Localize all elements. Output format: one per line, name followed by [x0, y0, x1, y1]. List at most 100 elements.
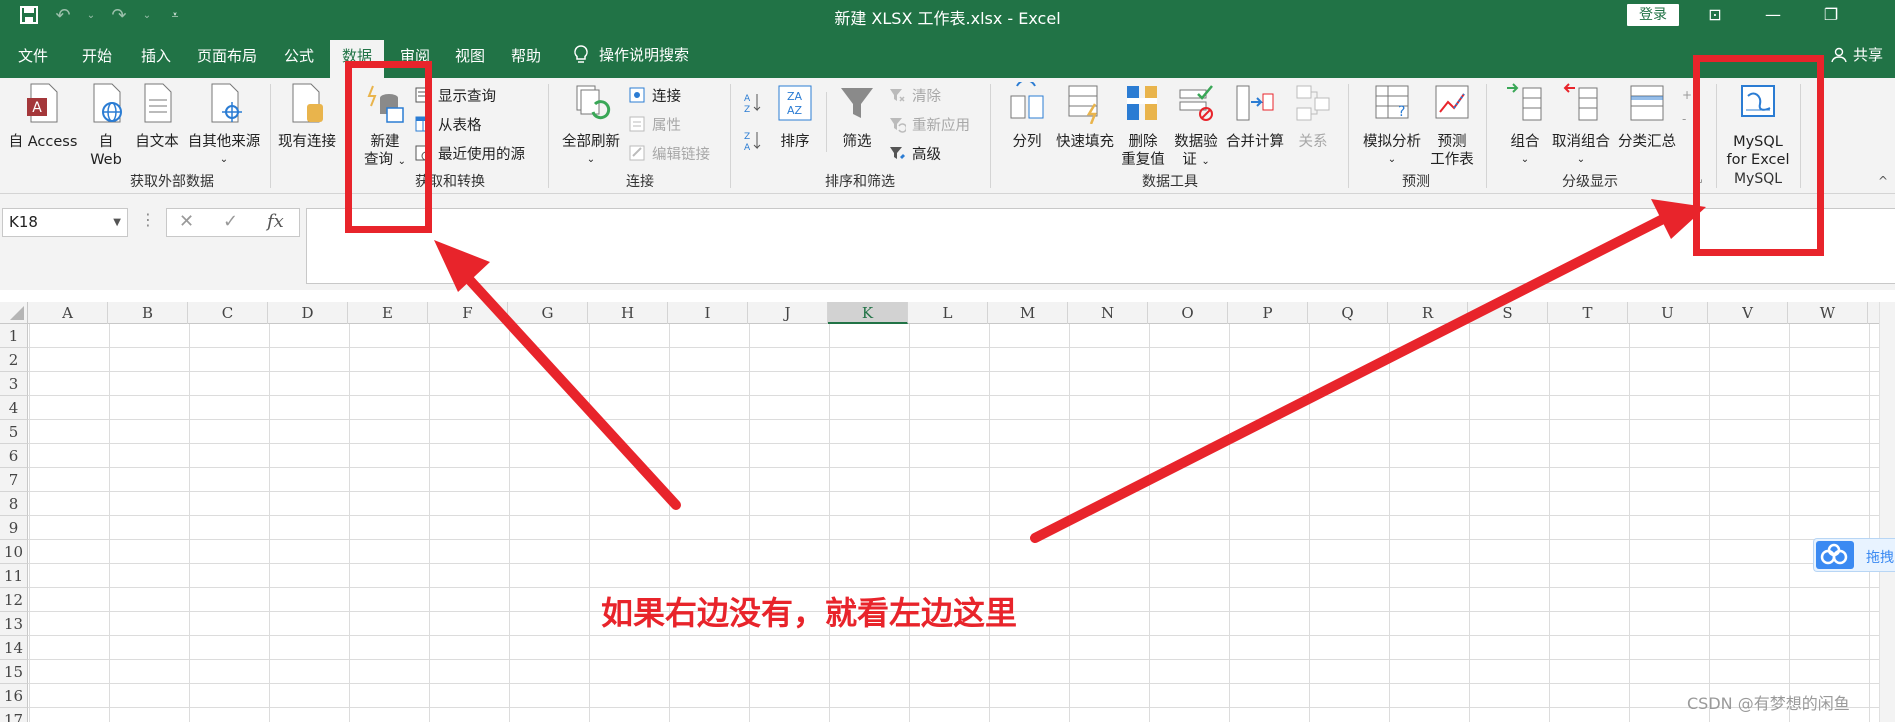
divider: [730, 84, 731, 188]
svg-text:Z: Z: [744, 105, 750, 114]
row-header[interactable]: 6: [0, 444, 28, 468]
cancel-icon[interactable]: ✕: [179, 211, 194, 232]
row-header[interactable]: 5: [0, 420, 28, 444]
column-header[interactable]: G: [508, 302, 588, 324]
refresh-all-button[interactable]: 全部刷新 ⌄: [558, 82, 624, 169]
flash-fill-button[interactable]: 快速填充: [1052, 82, 1118, 151]
column-header[interactable]: A: [28, 302, 108, 324]
enter-icon[interactable]: ✓: [223, 211, 238, 232]
reapply-button[interactable]: 重新应用: [888, 113, 970, 135]
ungroup-button[interactable]: 取消组合 ⌄: [1548, 82, 1614, 169]
more-options-icon[interactable]: ⋮: [140, 210, 156, 229]
forecast-sheet-button[interactable]: 预测 工作表: [1426, 82, 1478, 169]
clear-filter-button[interactable]: 清除: [888, 84, 941, 106]
group-button[interactable]: 组合 ⌄: [1502, 82, 1548, 169]
name-box[interactable]: K18 ▼: [2, 208, 128, 237]
show-detail-icon[interactable]: +: [1682, 84, 1692, 106]
column-header[interactable]: M: [988, 302, 1068, 324]
row-header[interactable]: 8: [0, 492, 28, 516]
what-if-analysis-button[interactable]: ? 模拟分析 ⌄: [1358, 82, 1426, 169]
worksheet-grid[interactable]: ABCDEFGHIJKLMNOPQRSTUVW 1 2 3 4 5 6 7 8 9 10 11 12 1…: [0, 302, 1895, 722]
consolidate-button[interactable]: 合并计算: [1222, 82, 1288, 151]
subtotal-button[interactable]: 分类汇总: [1614, 82, 1680, 151]
column-header[interactable]: U: [1628, 302, 1708, 324]
floating-drag-tool[interactable]: 拖拽: [1813, 538, 1895, 572]
column-header[interactable]: F: [428, 302, 508, 324]
remove-duplicates-button[interactable]: 删除 重复值: [1118, 82, 1168, 169]
row-header[interactable]: 7: [0, 468, 28, 492]
from-text-button[interactable]: 自文本: [132, 82, 182, 151]
column-header[interactable]: C: [188, 302, 268, 324]
relationships-button[interactable]: 关系: [1288, 82, 1338, 151]
row-header[interactable]: 13: [0, 612, 28, 636]
restore-icon[interactable]: ❐: [1819, 3, 1843, 27]
column-header[interactable]: B: [108, 302, 188, 324]
tab-formulas[interactable]: 公式: [284, 44, 314, 78]
vertical-scrollbar[interactable]: [1879, 302, 1895, 722]
column-header[interactable]: S: [1468, 302, 1548, 324]
column-header[interactable]: P: [1228, 302, 1308, 324]
column-header[interactable]: I: [668, 302, 748, 324]
from-web-button[interactable]: 自 Web: [88, 82, 124, 169]
sort-az-button[interactable]: AZ: [744, 92, 762, 114]
insert-function-icon[interactable]: fx: [267, 211, 284, 232]
ribbon-display-icon[interactable]: ⊡: [1703, 3, 1727, 27]
from-other-sources-button[interactable]: 自其他来源 ⌄: [184, 82, 264, 169]
row-header[interactable]: 10: [0, 540, 28, 564]
column-header[interactable]: W: [1788, 302, 1868, 324]
row-header[interactable]: 9: [0, 516, 28, 540]
row-header[interactable]: 2: [0, 348, 28, 372]
edit-links-icon: [629, 145, 645, 161]
minimize-icon[interactable]: —: [1761, 3, 1785, 27]
filter-button[interactable]: 筛选: [834, 82, 880, 151]
text-to-columns-button[interactable]: 分列: [1004, 79, 1050, 151]
column-header[interactable]: E: [348, 302, 428, 324]
share-button[interactable]: 共享: [1831, 44, 1883, 65]
data-validation-button[interactable]: 数据验 证 ⌄: [1170, 82, 1222, 171]
column-header[interactable]: T: [1548, 302, 1628, 324]
tab-help[interactable]: 帮助: [511, 44, 541, 78]
row-header[interactable]: 12: [0, 588, 28, 612]
row-header[interactable]: 17: [0, 708, 28, 722]
properties-button[interactable]: 属性: [628, 113, 681, 135]
column-header[interactable]: N: [1068, 302, 1148, 324]
edit-links-button[interactable]: 编辑链接: [628, 142, 710, 164]
column-header[interactable]: O: [1148, 302, 1228, 324]
sort-za-button[interactable]: ZA: [744, 130, 762, 152]
row-header[interactable]: 11: [0, 564, 28, 588]
column-header[interactable]: D: [268, 302, 348, 324]
tab-page-layout[interactable]: 页面布局: [197, 44, 257, 78]
column-header[interactable]: K: [828, 302, 908, 324]
connections-button[interactable]: 连接: [628, 84, 681, 106]
annotation-box-mysql: [1693, 55, 1824, 256]
collapse-ribbon-icon[interactable]: ^: [1878, 170, 1888, 192]
login-button[interactable]: 登录: [1627, 4, 1679, 26]
formula-input[interactable]: [306, 208, 1895, 284]
advanced-filter-button[interactable]: 高级: [888, 142, 941, 164]
tab-home[interactable]: 开始: [82, 44, 112, 78]
tab-file[interactable]: 文件: [18, 44, 48, 78]
existing-connections-button[interactable]: 现有连接: [274, 82, 340, 151]
row-header[interactable]: 3: [0, 372, 28, 396]
cell-area[interactable]: [28, 324, 1895, 722]
column-header[interactable]: V: [1708, 302, 1788, 324]
tab-insert[interactable]: 插入: [141, 44, 171, 78]
chevron-down-icon[interactable]: ▼: [113, 209, 121, 236]
column-header[interactable]: Q: [1308, 302, 1388, 324]
ribbon-data-tab: A 自 Access 自 Web 自文本 自其他来源 ⌄ 现有连接 获取外部数据…: [0, 78, 1895, 194]
tab-view[interactable]: 视图: [455, 44, 485, 78]
column-header[interactable]: L: [908, 302, 988, 324]
row-header[interactable]: 14: [0, 636, 28, 660]
tell-me-search[interactable]: 操作说明搜索: [573, 44, 689, 65]
from-access-button[interactable]: A 自 Access: [6, 82, 80, 151]
select-all-corner[interactable]: [0, 302, 28, 324]
sort-button[interactable]: ZA AZ 排序: [772, 82, 818, 151]
column-header[interactable]: H: [588, 302, 668, 324]
hide-detail-icon[interactable]: -: [1682, 108, 1686, 130]
column-header[interactable]: J: [748, 302, 828, 324]
row-header[interactable]: 16: [0, 684, 28, 708]
row-header[interactable]: 1: [0, 324, 28, 348]
row-header[interactable]: 15: [0, 660, 28, 684]
column-header[interactable]: R: [1388, 302, 1468, 324]
row-header[interactable]: 4: [0, 396, 28, 420]
